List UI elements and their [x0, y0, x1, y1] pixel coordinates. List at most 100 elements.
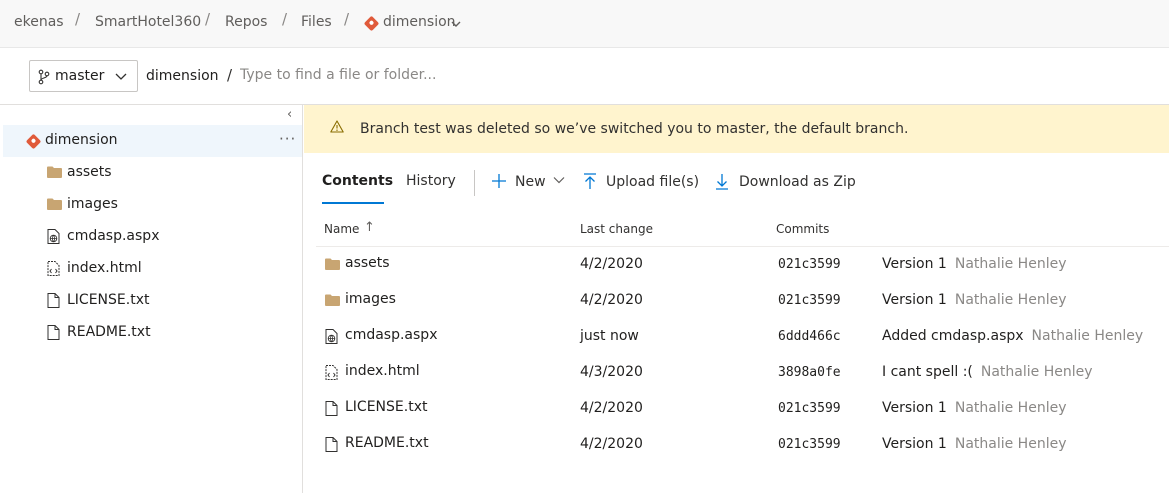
upload-icon[interactable] — [583, 173, 597, 190]
new-button[interactable]: New — [515, 174, 546, 190]
tab-contents[interactable]: Contents — [322, 173, 393, 189]
tab-history[interactable]: History — [406, 173, 456, 189]
file-name-link[interactable]: LICENSE.txt — [345, 399, 427, 415]
file-icon — [47, 325, 60, 340]
table-row[interactable]: images 4/2/2020 021c3599 Version 1 Nathal… — [316, 283, 1169, 319]
tree-item-cmdasp[interactable]: cmdasp.aspx — [3, 221, 302, 253]
file-icon — [47, 293, 60, 308]
tree-item-label: LICENSE.txt — [67, 292, 150, 308]
tree-item-license[interactable]: LICENSE.txt — [3, 285, 302, 317]
last-change-date: 4/2/2020 — [580, 256, 643, 272]
download-zip-button[interactable]: Download as Zip — [739, 174, 856, 190]
commit-author: Nathalie Henley — [954, 292, 1067, 308]
breadcrumb-separator: / — [282, 10, 288, 28]
file-name-link[interactable]: cmdasp.aspx — [345, 327, 437, 343]
last-change-date: 4/2/2020 — [580, 400, 643, 416]
web-file-icon — [47, 229, 60, 244]
file-name-link[interactable]: images — [345, 291, 396, 307]
tree-item-index-html[interactable]: index.html — [3, 253, 302, 285]
git-repo-icon — [25, 133, 42, 150]
table-row[interactable]: cmdasp.aspx just now 6ddd466c Added cmda… — [316, 319, 1169, 355]
commit-message[interactable]: Version 1 — [882, 436, 947, 452]
breadcrumb-repos[interactable]: Repos — [225, 14, 267, 30]
path-root-link[interactable]: dimension — [146, 68, 219, 84]
path-search-input[interactable] — [236, 62, 736, 88]
breadcrumb-separator: / — [344, 10, 350, 28]
table-row[interactable]: assets 4/2/2020 021c3599 Version 1 Nathal… — [316, 247, 1169, 283]
commit-id-link[interactable]: 3898a0fe — [778, 365, 841, 380]
warning-icon — [330, 120, 344, 133]
content-tabs-bar: Contents History New Upload file(s) Down… — [304, 160, 1169, 204]
more-actions-icon[interactable]: ··· — [279, 130, 296, 148]
git-repo-icon — [363, 15, 380, 32]
commit-id-link[interactable]: 6ddd466c — [778, 329, 841, 344]
column-header-commits: Commits — [776, 222, 830, 236]
commit-message[interactable]: Version 1 — [882, 256, 947, 272]
tree-item-label: README.txt — [67, 324, 151, 340]
commit-message-cell: Version 1 Nathalie Henley — [882, 256, 1066, 272]
folder-icon — [47, 198, 62, 210]
plus-icon[interactable] — [491, 173, 507, 189]
branch-picker-button[interactable]: master — [29, 60, 138, 92]
breadcrumb: ekenas / SmartHotel360 / Repos / Files /… — [0, 0, 1169, 48]
table-row[interactable]: index.html 4/3/2020 3898a0fe I cant spel… — [316, 355, 1169, 391]
tree-item-label: cmdasp.aspx — [67, 228, 160, 244]
file-tree: ‹ dimension ··· assets images cmdasp.asp… — [3, 105, 303, 493]
chevron-down-icon — [115, 73, 127, 80]
commit-message-cell: Added cmdasp.aspx Nathalie Henley — [882, 328, 1143, 344]
commit-id-link[interactable]: 021c3599 — [778, 257, 841, 272]
active-tab-indicator — [322, 202, 384, 204]
path-toolbar: master dimension / — [0, 48, 1169, 105]
collapse-pane-icon[interactable]: ‹ — [287, 107, 292, 122]
path-separator: / — [227, 66, 233, 84]
chevron-down-icon[interactable] — [553, 176, 565, 184]
branch-deleted-banner: Branch test was deleted so we’ve switche… — [304, 105, 1169, 153]
table-row[interactable]: LICENSE.txt 4/2/2020 021c3599 Version 1 N… — [316, 391, 1169, 427]
breadcrumb-repo-dimension[interactable]: dimension — [383, 14, 456, 30]
commit-author: Nathalie Henley — [1031, 328, 1144, 344]
tree-item-images[interactable]: images — [3, 189, 302, 221]
commit-id-link[interactable]: 021c3599 — [778, 437, 841, 452]
file-icon — [325, 437, 338, 452]
upload-files-button[interactable]: Upload file(s) — [606, 174, 699, 190]
code-file-icon — [325, 365, 338, 380]
file-name-link[interactable]: assets — [345, 255, 390, 271]
branch-name: master — [55, 68, 105, 84]
commit-message-cell: Version 1 Nathalie Henley — [882, 400, 1066, 416]
commit-message[interactable]: Version 1 — [882, 400, 947, 416]
file-name-link[interactable]: index.html — [345, 363, 420, 379]
download-icon[interactable] — [715, 173, 729, 190]
last-change-date: 4/3/2020 — [580, 364, 643, 380]
chevron-down-icon[interactable] — [451, 20, 461, 28]
tree-item-label: index.html — [67, 260, 142, 276]
table-row[interactable]: README.txt 4/2/2020 021c3599 Version 1 Na… — [316, 427, 1169, 463]
folder-icon — [325, 294, 340, 306]
sort-ascending-icon[interactable]: ↑ — [364, 220, 375, 235]
folder-icon — [325, 258, 340, 270]
tree-item-assets[interactable]: assets — [3, 157, 302, 189]
commit-message-cell: Version 1 Nathalie Henley — [882, 436, 1066, 452]
commit-message[interactable]: Added cmdasp.aspx — [882, 328, 1024, 344]
tree-item-label: images — [67, 196, 118, 212]
column-header-name[interactable]: Name — [324, 222, 359, 236]
commit-message[interactable]: I cant spell :( — [882, 364, 973, 380]
code-file-icon — [47, 261, 60, 276]
folder-icon — [47, 166, 62, 178]
breadcrumb-org[interactable]: ekenas — [14, 14, 64, 30]
file-name-link[interactable]: README.txt — [345, 435, 429, 451]
breadcrumb-files[interactable]: Files — [301, 14, 332, 30]
commit-message-cell: I cant spell :(Nathalie Henley — [882, 364, 1093, 380]
breadcrumb-separator: / — [205, 10, 211, 28]
commit-id-link[interactable]: 021c3599 — [778, 401, 841, 416]
commit-message-cell: Version 1 Nathalie Henley — [882, 292, 1066, 308]
last-change-date: 4/2/2020 — [580, 436, 643, 452]
web-file-icon — [325, 329, 338, 344]
file-icon — [325, 401, 338, 416]
breadcrumb-project[interactable]: SmartHotel360 — [95, 14, 201, 30]
commit-id-link[interactable]: 021c3599 — [778, 293, 841, 308]
last-change-date: just now — [580, 328, 639, 344]
commit-message[interactable]: Version 1 — [882, 292, 947, 308]
tree-item-readme[interactable]: README.txt — [3, 317, 302, 349]
tree-root-dimension[interactable]: dimension ··· — [3, 125, 302, 157]
branch-icon — [38, 69, 50, 85]
